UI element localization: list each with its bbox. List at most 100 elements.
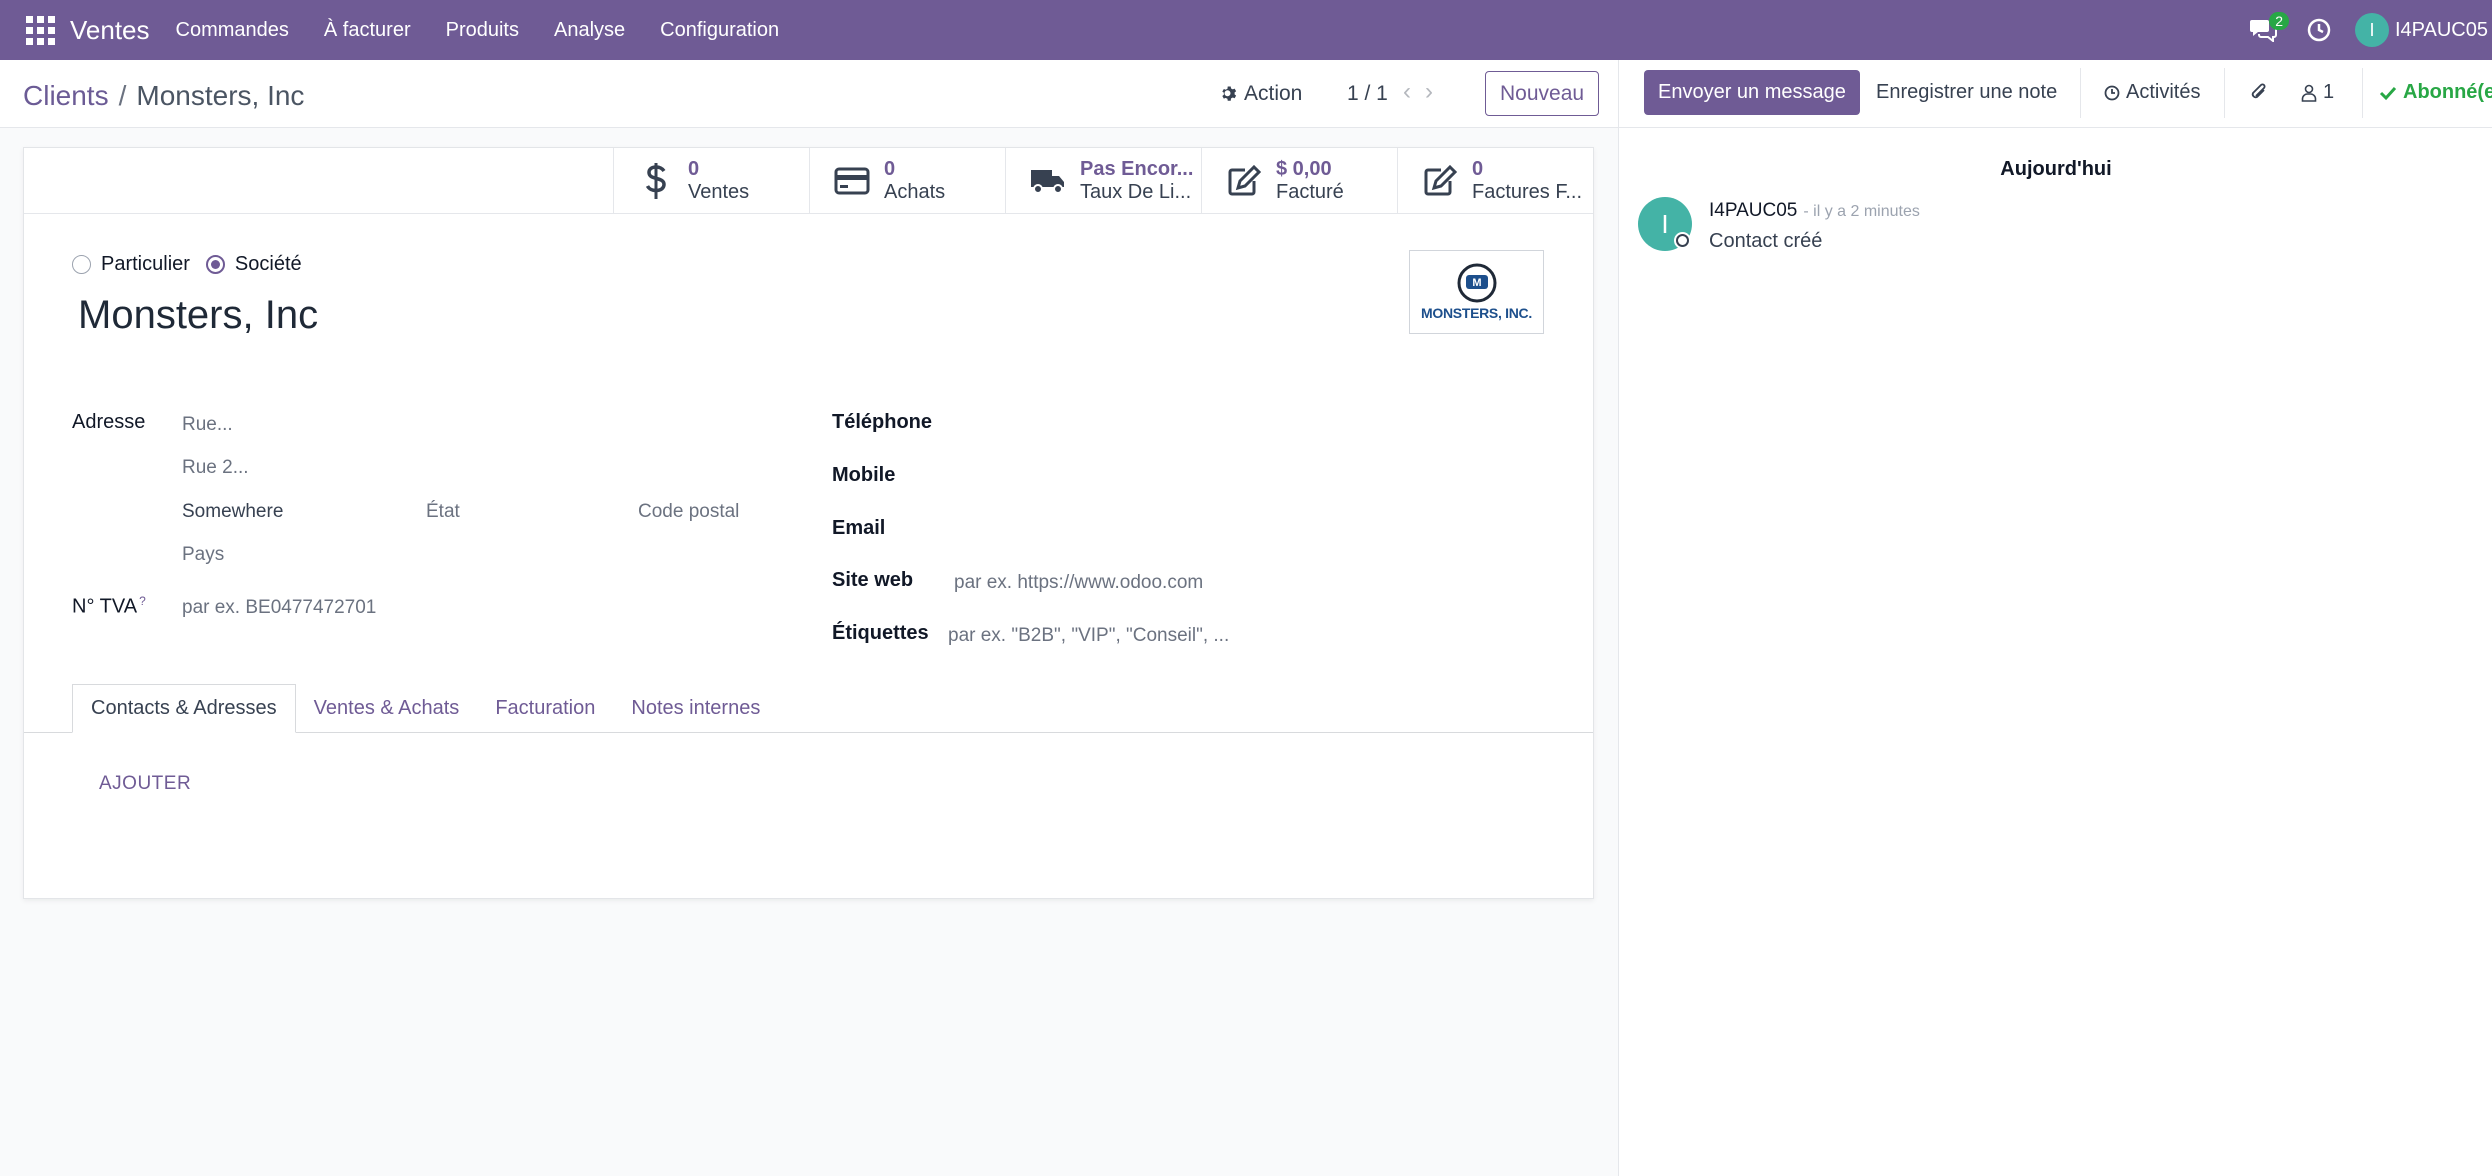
stat-button-box: 0 Ventes 0 Achats Pas Encor... Taux De L… xyxy=(24,148,1593,214)
vat-help-icon[interactable]: ? xyxy=(139,594,146,608)
chatter-panel: Envoyer un message Enregistrer une note … xyxy=(1618,60,2492,1176)
stat-value: 0 xyxy=(688,158,700,180)
presence-status-icon xyxy=(1674,232,1691,249)
new-record-button[interactable]: Nouveau xyxy=(1485,71,1600,116)
tab-contacts-addresses[interactable]: Contacts & Adresses xyxy=(72,684,296,733)
stat-label: Achats xyxy=(884,181,946,203)
follow-label: Abonné(e) xyxy=(2403,81,2492,103)
followers-button[interactable]: 1 xyxy=(2301,81,2334,104)
chatter-divider xyxy=(2362,68,2363,118)
company-logo-text: MONSTERS, INC. xyxy=(1421,305,1532,321)
stat-value: Pas Encor... xyxy=(1080,158,1194,180)
app-menu-grid-icon[interactable] xyxy=(22,12,58,48)
attachments-button[interactable] xyxy=(2249,81,2269,103)
tags-label: Étiquettes xyxy=(832,622,929,644)
stat-value: 0 xyxy=(884,158,896,180)
menu-commandes[interactable]: Commandes xyxy=(176,19,289,42)
vat-label: N° TVA? xyxy=(72,594,146,619)
stat-button-vendor-bills[interactable]: 0 Factures F... xyxy=(1397,148,1593,214)
dollar-icon xyxy=(645,163,666,199)
stat-button-purchases[interactable]: 0 Achats xyxy=(809,148,1005,214)
company-name-field[interactable]: Monsters, Inc xyxy=(78,293,318,338)
followers-count: 1 xyxy=(2323,81,2335,103)
street-input[interactable]: Rue... xyxy=(182,414,233,436)
address-label: Adresse xyxy=(72,411,146,433)
website-label: Site web xyxy=(832,569,914,591)
company-type-radio-group: Particulier Société xyxy=(72,253,318,276)
zip-input[interactable]: Code postal xyxy=(638,501,739,523)
log-note-label: Enregistrer une note xyxy=(1876,81,2058,103)
chatter-divider xyxy=(2224,68,2225,118)
stat-label: Facturé xyxy=(1276,181,1344,203)
send-message-button[interactable]: Envoyer un message xyxy=(1644,70,1860,115)
add-contact-button[interactable]: AJOUTER xyxy=(99,773,191,795)
breadcrumb-clients[interactable]: Clients xyxy=(23,80,109,111)
chatter-topbar: Envoyer un message Enregistrer une note … xyxy=(1619,60,2492,128)
message-header: I4PAUC05 - il y a 2 minutes xyxy=(1709,200,1920,222)
breadcrumb-separator: / xyxy=(118,80,127,111)
mobile-label: Mobile xyxy=(832,464,896,486)
menu-configuration[interactable]: Configuration xyxy=(660,19,779,42)
messages-button[interactable]: 2 xyxy=(2243,0,2289,60)
message-body: Contact créé xyxy=(1709,230,1823,252)
tab-internal-notes[interactable]: Notes internes xyxy=(613,684,778,733)
vat-input[interactable]: par ex. BE0477472701 xyxy=(182,597,376,619)
chatter-divider xyxy=(2080,68,2081,118)
phone-label: Téléphone xyxy=(832,411,933,433)
stat-button-invoiced[interactable]: $ 0,00 Facturé xyxy=(1201,148,1397,214)
log-note-button[interactable]: Enregistrer une note xyxy=(1876,81,2057,104)
clock-icon xyxy=(2104,85,2120,100)
activities-label: Activités xyxy=(2126,81,2201,103)
message-time: - il y a 2 minutes xyxy=(1803,203,1920,220)
app-brand[interactable]: Ventes xyxy=(70,15,150,46)
website-input[interactable]: par ex. https://www.odoo.com xyxy=(954,572,1203,594)
messages-badge: 2 xyxy=(2269,12,2289,30)
radio-individual[interactable] xyxy=(72,255,91,274)
paperclip-icon xyxy=(2251,83,2266,99)
activities-chatter-button[interactable]: Activités xyxy=(2104,81,2200,104)
truck-icon xyxy=(1031,170,1064,194)
tags-input[interactable]: par ex. "B2B", "VIP", "Conseil", ... xyxy=(948,625,1229,647)
notebook-tabs: Contacts & Adresses Ventes & Achats Fact… xyxy=(72,684,778,733)
stat-value: 0 xyxy=(1472,158,1484,180)
top-navbar: Ventes Commandes À facturer Produits Ana… xyxy=(0,0,2492,60)
tab-invoicing[interactable]: Facturation xyxy=(477,684,613,733)
user-avatar[interactable]: I xyxy=(2354,13,2389,47)
stat-button-sales[interactable]: 0 Ventes xyxy=(613,148,809,214)
monsters-inc-logo-icon: M xyxy=(1457,263,1496,303)
radio-individual-label[interactable]: Particulier xyxy=(101,253,190,276)
stat-button-delivery-rate[interactable]: Pas Encor... Taux De Li... xyxy=(1005,148,1201,214)
pager-value[interactable]: 1 / 1 xyxy=(1347,82,1388,106)
country-select[interactable]: Pays xyxy=(182,544,224,566)
menu-a-facturer[interactable]: À facturer xyxy=(324,19,411,42)
gear-icon xyxy=(1222,86,1237,101)
activities-button[interactable] xyxy=(2299,0,2339,60)
message-author[interactable]: I4PAUC05 xyxy=(1709,200,1797,221)
menu-produits[interactable]: Produits xyxy=(446,19,519,42)
radio-company-label[interactable]: Société xyxy=(235,253,302,276)
user-name[interactable]: I4PAUC05 xyxy=(2395,19,2488,42)
clock-icon xyxy=(2307,18,2331,42)
date-separator: Aujourd'hui xyxy=(2000,158,2112,180)
radio-company[interactable] xyxy=(205,255,225,274)
svg-text:M: M xyxy=(1472,277,1481,289)
state-select[interactable]: État xyxy=(426,501,460,523)
form-sheet: 0 Ventes 0 Achats Pas Encor... Taux De L… xyxy=(23,147,1594,899)
chevron-right-icon[interactable]: › xyxy=(1425,78,1433,106)
company-logo[interactable]: M MONSTERS, INC. xyxy=(1409,250,1544,334)
menu-analyse[interactable]: Analyse xyxy=(554,19,625,42)
stat-value: $ 0,00 xyxy=(1276,158,1332,180)
stat-label: Ventes xyxy=(688,181,750,203)
follow-button[interactable]: Abonné(e) xyxy=(2379,81,2492,104)
tab-sales-purchases[interactable]: Ventes & Achats xyxy=(296,684,478,733)
breadcrumb-current: Monsters, Inc xyxy=(136,80,305,111)
stat-label: Factures F... xyxy=(1472,181,1583,203)
control-panel: Clients / Monsters, Inc Action 1 / 1 ‹ › N… xyxy=(0,60,1618,128)
breadcrumb: Clients / Monsters, Inc xyxy=(23,80,304,112)
chevron-left-icon[interactable]: ‹ xyxy=(1403,78,1411,106)
action-menu-button[interactable]: Action xyxy=(1220,82,1302,106)
city-input[interactable]: Somewhere xyxy=(182,501,283,523)
stat-label: Taux De Li... xyxy=(1080,181,1192,203)
check-icon xyxy=(2379,86,2397,100)
street2-input[interactable]: Rue 2... xyxy=(182,457,249,479)
